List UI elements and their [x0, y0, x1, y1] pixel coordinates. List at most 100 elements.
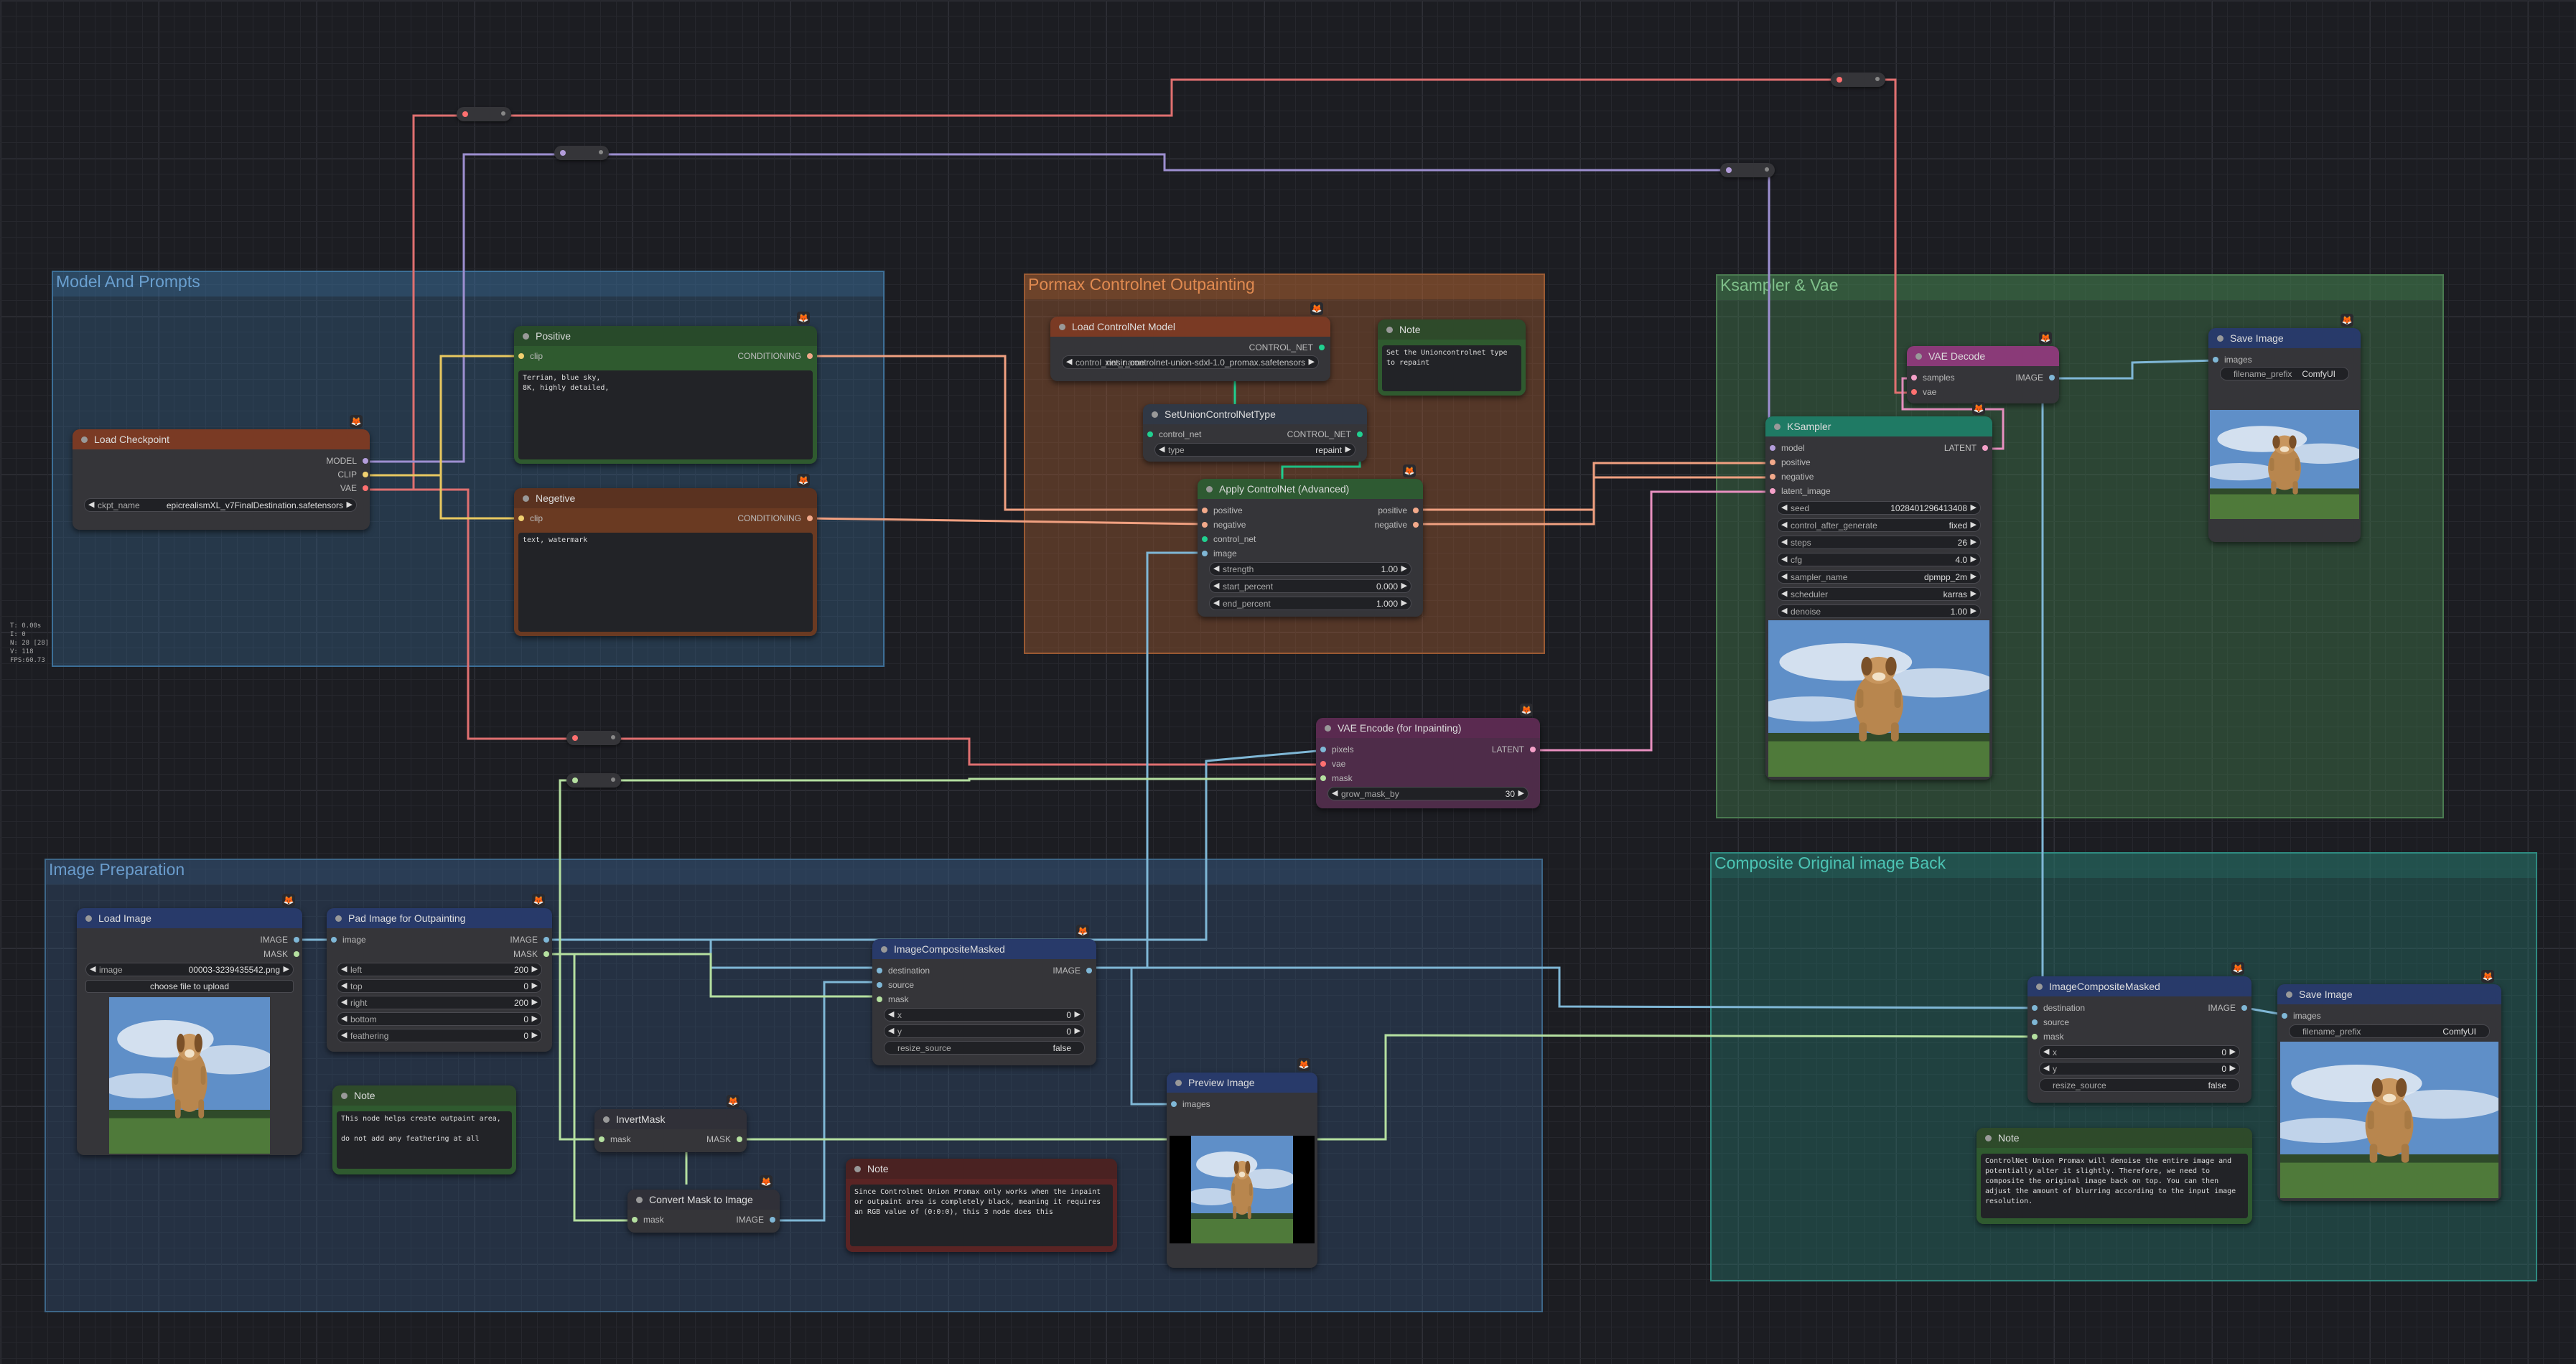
output-image[interactable]: IMAGE	[510, 934, 549, 945]
widget-resize-source[interactable]: resize_source false	[2039, 1078, 2240, 1092]
node-preview-image[interactable]: 🦊 Preview Image images	[1167, 1058, 1317, 1268]
input-destination[interactable]: destination	[2032, 1002, 2085, 1014]
widget-denoise[interactable]: ◀ denoise 1.00 ▶	[1777, 604, 1981, 618]
note-text[interactable]: ControlNet Union Promax will denoise the…	[1981, 1154, 2248, 1218]
node-positive-prompt[interactable]: 🦊 Positive clip CONDITIONING Terrian, bl…	[514, 312, 817, 464]
output-clip[interactable]: CLIP	[337, 469, 368, 480]
input-mask[interactable]: mask	[2032, 1031, 2064, 1042]
input-vae[interactable]: vae	[1320, 758, 1345, 770]
reroute-vae-mid[interactable]	[566, 731, 621, 745]
input-mask[interactable]: mask	[632, 1214, 664, 1225]
node-note-union[interactable]: Note Set the Unioncontrolnet type to rep…	[1378, 319, 1526, 396]
input-negative[interactable]: negative	[1770, 471, 1814, 482]
input-positive[interactable]: positive	[1202, 505, 1243, 516]
input-destination[interactable]: destination	[877, 965, 930, 976]
widget-seed[interactable]: ◀ seed 1028401296413408 ▶	[1777, 501, 1981, 515]
widget-image-file[interactable]: ◀ image 00003-3239435542.png ▶	[85, 963, 294, 976]
input-model[interactable]: model	[1770, 442, 1805, 454]
node-note-composite[interactable]: Note Since Controlnet Union Promax only …	[846, 1159, 1117, 1252]
widget-control-after-generate[interactable]: ◀ control_after_generate fixed ▶	[1777, 518, 1981, 532]
input-images[interactable]: images	[2282, 1010, 2321, 1022]
output-image[interactable]: IMAGE	[260, 934, 299, 945]
input-clip[interactable]: clip	[518, 513, 543, 524]
note-text[interactable]: Since Controlnet Union Promax only works…	[850, 1185, 1113, 1246]
output-image[interactable]: IMAGE	[2015, 372, 2055, 383]
input-image[interactable]: image	[1202, 548, 1237, 559]
widget-end-percent[interactable]: ◀ end_percent 1.000 ▶	[1209, 597, 1411, 610]
preview-image-output[interactable]	[1170, 1136, 1315, 1243]
node-set-union-type[interactable]: SetUnionControlNetType control_net CONTR…	[1143, 404, 1367, 462]
workflow-canvas[interactable]: Model And Prompts Pormax Controlnet Outp…	[0, 0, 2576, 1364]
reroute-model-right[interactable]	[1720, 163, 1775, 177]
node-pad-image[interactable]: 🦊 Pad Image for Outpainting image IMAGE …	[327, 894, 552, 1052]
node-ksampler[interactable]: 🦊 KSampler model positive negative laten…	[1765, 402, 1992, 780]
input-source[interactable]: source	[2032, 1017, 2069, 1028]
widget-resize-source[interactable]: resize_source false	[884, 1041, 1085, 1055]
output-mask[interactable]: MASK	[263, 948, 299, 960]
input-images[interactable]: images	[1171, 1098, 1210, 1110]
widget-top[interactable]: ◀ top 0 ▶	[337, 979, 542, 993]
reroute-mask-mid[interactable]	[566, 773, 621, 788]
output-control-net[interactable]: CONTROL_NET	[1287, 429, 1363, 440]
input-source[interactable]: source	[877, 979, 914, 991]
node-negative-prompt[interactable]: 🦊 Negetive clip CONDITIONING text, water…	[514, 474, 817, 636]
output-latent[interactable]: LATENT	[1944, 442, 1988, 454]
input-mask[interactable]: mask	[1320, 772, 1353, 784]
input-pixels[interactable]: pixels	[1320, 744, 1354, 755]
widget-steps[interactable]: ◀ steps 26 ▶	[1777, 536, 1981, 549]
widget-x[interactable]: ◀ x 0 ▶	[884, 1008, 1085, 1022]
output-image[interactable]: IMAGE	[1053, 965, 1092, 976]
input-positive[interactable]: positive	[1770, 457, 1811, 468]
output-model[interactable]: MODEL	[326, 455, 368, 467]
loaded-image-preview[interactable]	[109, 997, 270, 1154]
node-vae-decode[interactable]: 🦊 VAE Decode samples vae IMAGE	[1907, 332, 2059, 403]
node-note-pad[interactable]: Note This node helps create outpaint are…	[332, 1085, 516, 1174]
widget-right[interactable]: ◀ right 200 ▶	[337, 996, 542, 1009]
output-image-preview[interactable]	[2210, 410, 2359, 519]
node-load-checkpoint[interactable]: 🦊 Load Checkpoint MODEL CLIP VAE ◀ ckpt_n…	[73, 415, 370, 530]
widget-strength[interactable]: ◀ strength 1.00 ▶	[1209, 562, 1411, 576]
output-image[interactable]: IMAGE	[2208, 1002, 2247, 1014]
widget-x[interactable]: ◀ x 0 ▶	[2039, 1045, 2240, 1059]
node-invert-mask[interactable]: 🦊 InvertMask mask MASK	[594, 1095, 747, 1152]
output-mask[interactable]: MASK	[706, 1134, 742, 1145]
widget-scheduler[interactable]: ◀ scheduler karras ▶	[1777, 587, 1981, 601]
output-conditioning[interactable]: CONDITIONING	[737, 513, 813, 524]
input-control-net[interactable]: control_net	[1147, 429, 1201, 440]
input-vae[interactable]: vae	[1911, 386, 1936, 398]
prompt-textarea[interactable]: Terrian, blue sky, 8K, highly detailed,	[518, 370, 813, 459]
output-control-net[interactable]: CONTROL_NET	[1249, 342, 1325, 353]
widget-cfg[interactable]: ◀ cfg 4.0 ▶	[1777, 553, 1981, 566]
widget-y[interactable]: ◀ y 0 ▶	[2039, 1062, 2240, 1075]
input-images[interactable]: images	[2213, 354, 2252, 365]
widget-feathering[interactable]: ◀ feathering 0 ▶	[337, 1029, 542, 1042]
widget-bottom[interactable]: ◀ bottom 0 ▶	[337, 1012, 542, 1026]
node-vae-encode[interactable]: 🦊 VAE Encode (for Inpainting) pixels vae…	[1316, 704, 1540, 808]
output-positive[interactable]: positive	[1378, 505, 1419, 516]
widget-controlnet-name[interactable]: ◀ control_net_name xinsir_controlnet-union…	[1062, 355, 1319, 369]
widget-start-percent[interactable]: ◀ start_percent 0.000 ▶	[1209, 579, 1411, 593]
output-image[interactable]: IMAGE	[736, 1214, 775, 1225]
widget-ckpt-name[interactable]: ◀ ckpt_name epicrealismXL_v7FinalDestinati…	[84, 498, 357, 512]
output-negative[interactable]: negative	[1375, 519, 1419, 531]
widget-filename-prefix[interactable]: filename_prefix ComfyUI	[2220, 367, 2349, 380]
widget-sampler-name[interactable]: ◀ sampler_name dpmpp_2m ▶	[1777, 570, 1981, 584]
output-latent[interactable]: LATENT	[1492, 744, 1536, 755]
input-samples[interactable]: samples	[1911, 372, 1955, 383]
node-image-composite-2[interactable]: 🦊 ImageCompositeMasked destination sourc…	[2027, 962, 2251, 1103]
node-load-image[interactable]: 🦊 Load Image IMAGE MASK ◀ image 00003-3239…	[77, 894, 302, 1155]
widget-union-type[interactable]: ◀ type repaint ▶	[1154, 443, 1355, 457]
final-image-preview[interactable]	[2280, 1042, 2498, 1198]
node-note-final[interactable]: Note ControlNet Union Promax will denois…	[1977, 1128, 2252, 1224]
input-image[interactable]: image	[331, 934, 366, 945]
note-text[interactable]: This node helps create outpaint area, do…	[337, 1111, 512, 1169]
reroute-vae-top[interactable]	[457, 107, 511, 121]
node-convert-mask[interactable]: 🦊 Convert Mask to Image mask IMAGE	[627, 1175, 780, 1233]
output-conditioning[interactable]: CONDITIONING	[737, 350, 813, 362]
node-save-image-top[interactable]: 🦊 Save Image images filename_prefix Comfy…	[2208, 314, 2361, 542]
input-control-net[interactable]: control_net	[1202, 533, 1256, 545]
reroute-vae-right[interactable]	[1831, 73, 1885, 87]
widget-y[interactable]: ◀ y 0 ▶	[884, 1024, 1085, 1038]
node-apply-controlnet[interactable]: 🦊 Apply ControlNet (Advanced) positive n…	[1198, 464, 1423, 617]
input-negative[interactable]: negative	[1202, 519, 1246, 531]
